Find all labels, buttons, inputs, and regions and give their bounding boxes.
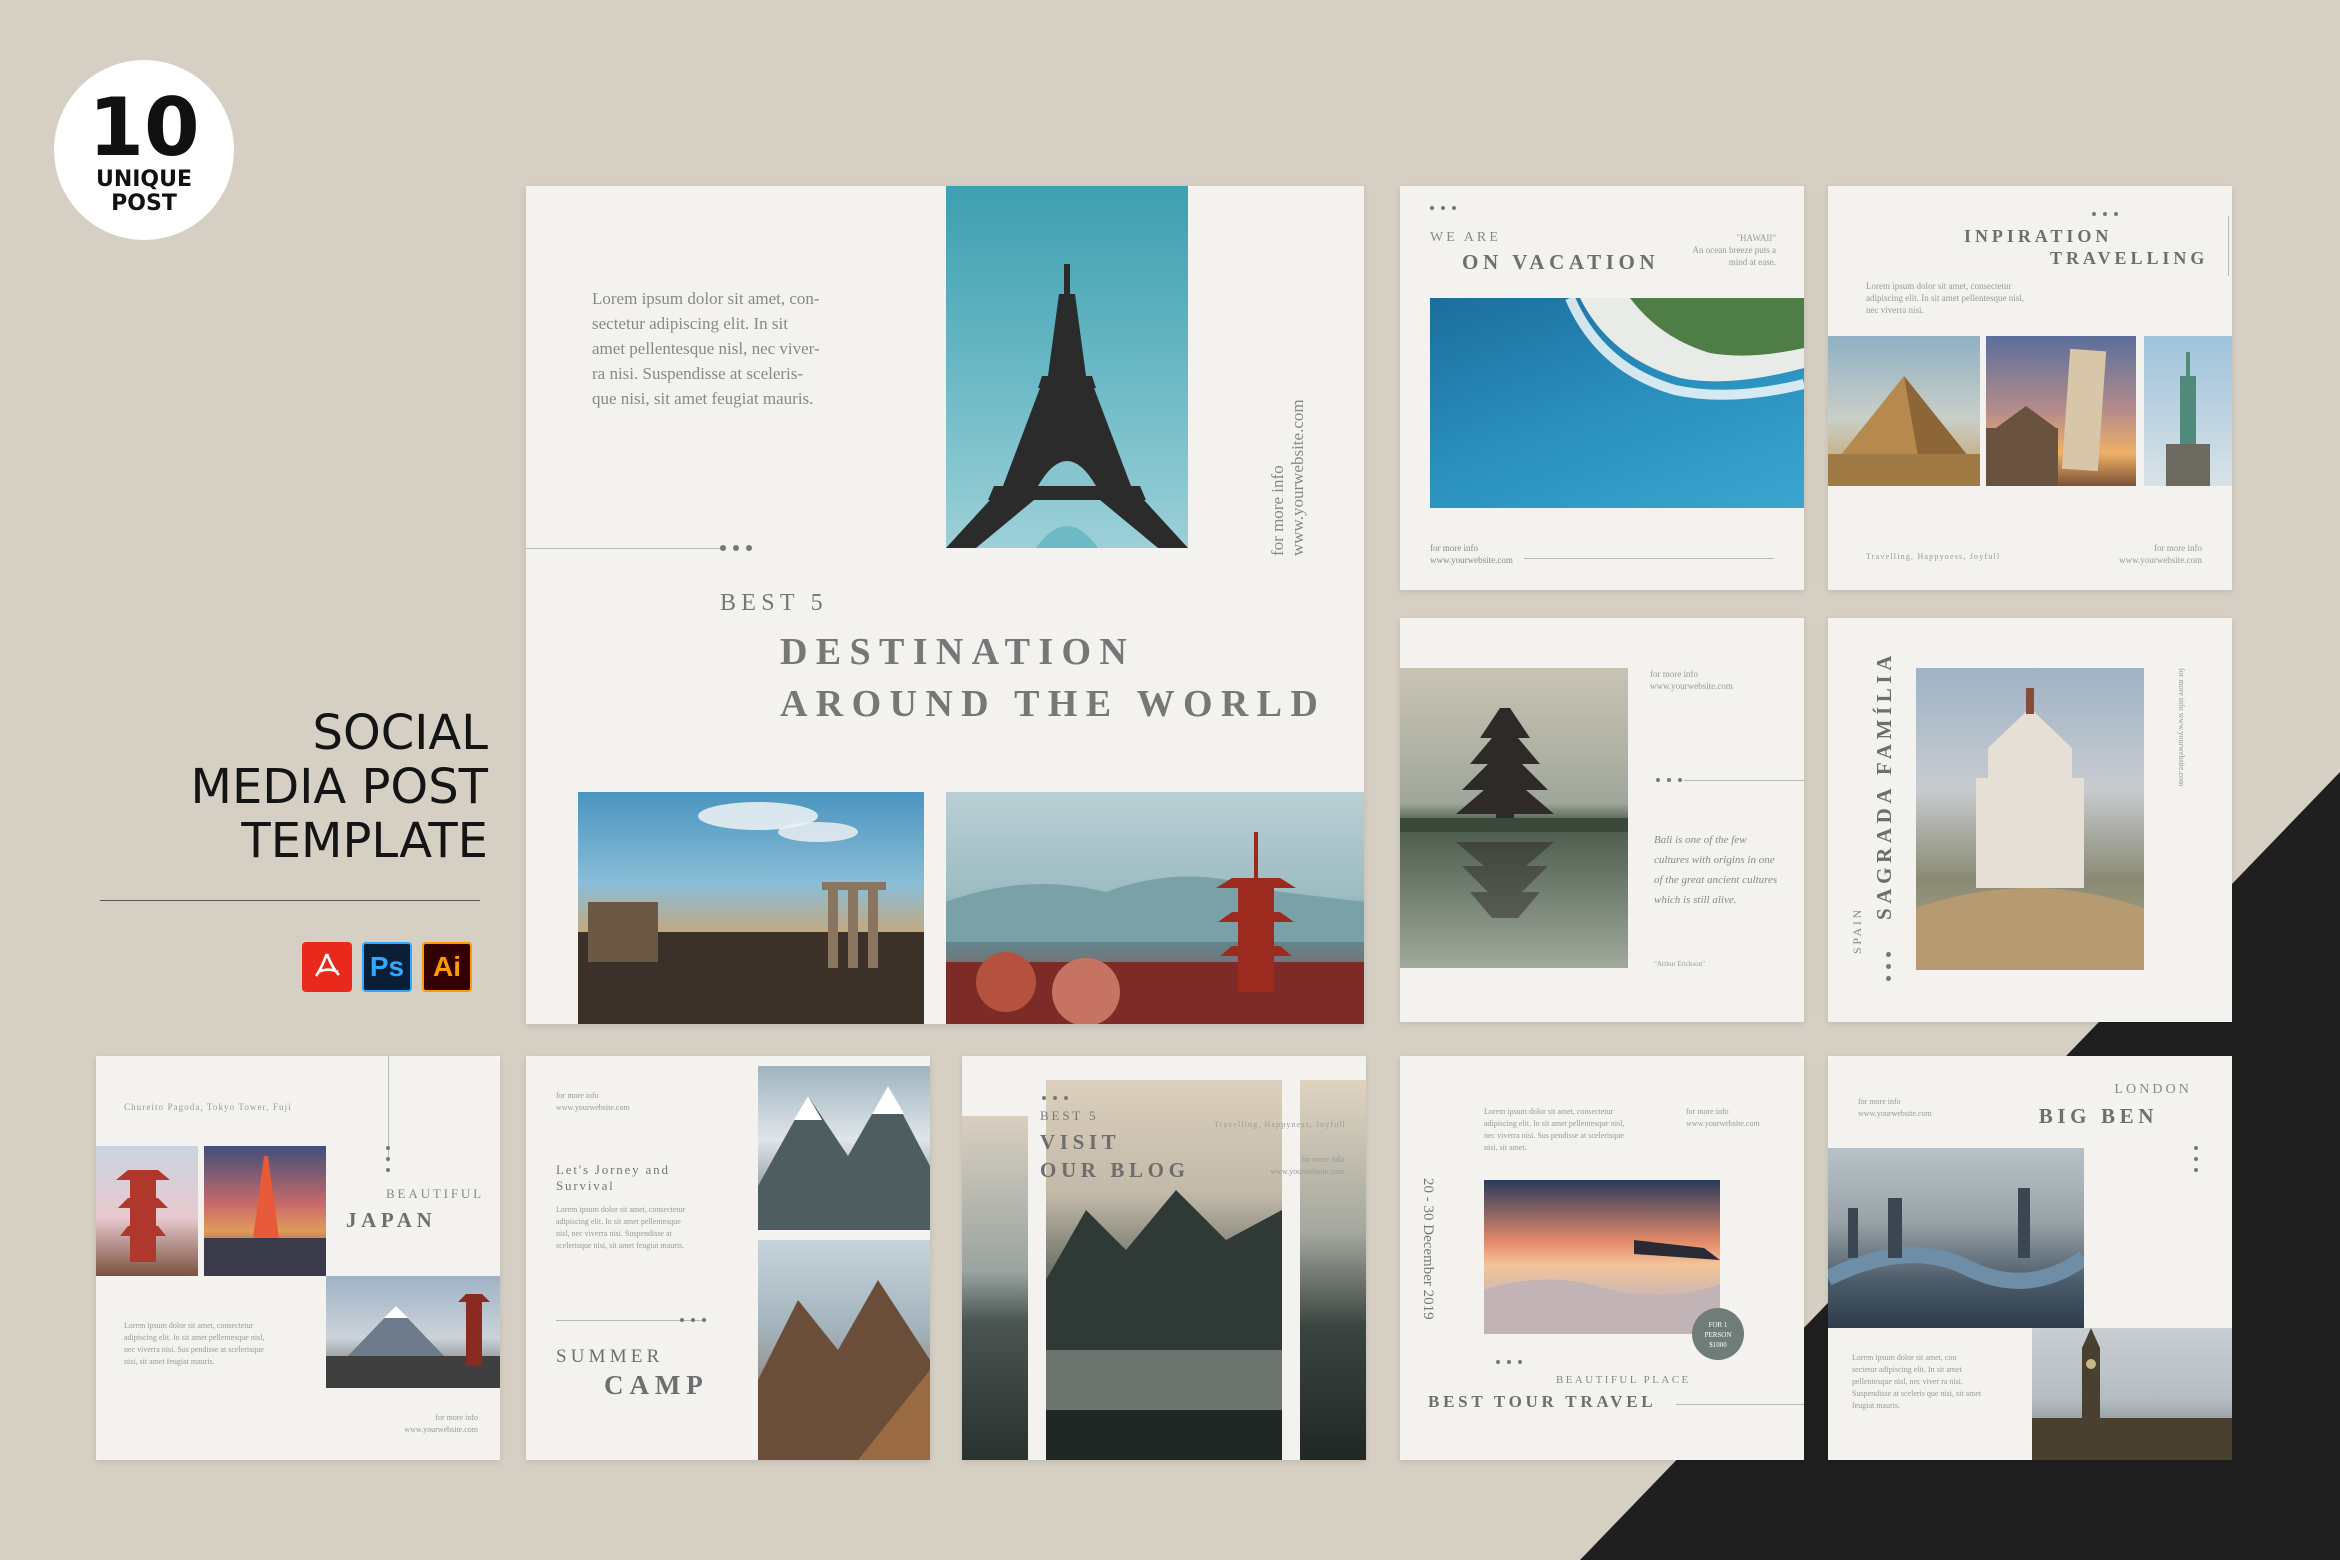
camp-dots <box>680 1318 706 1322</box>
bali-info: for more info www.yourwebsite.com <box>1650 669 1733 691</box>
card-blog[interactable]: BEST 5 VISIT OUR BLOG Travelling, Happyn… <box>962 1056 1366 1460</box>
blog-kicker: BEST 5 <box>1040 1108 1099 1123</box>
bigben-headline: BIG BEN <box>2038 1104 2158 1128</box>
title-divider <box>100 900 480 901</box>
card-tour[interactable]: Lorem ipsum dolor sit amet, consectetur … <box>1400 1056 1804 1460</box>
blog-headline-2: OUR BLOG <box>1040 1158 1190 1182</box>
bali-dots <box>1656 778 1682 782</box>
vacation-side-note: "HAWAII" An ocean breeze puts a mind at … <box>1692 233 1776 267</box>
japan-kicker: BEAUTIFUL <box>386 1186 484 1201</box>
inspiration-tagline: Travelling, Happyness, Joyfull <box>1866 552 2001 561</box>
main-vertical-info: for more info <box>1268 465 1287 556</box>
airplane-sunset-image <box>1484 1180 1720 1334</box>
statue-of-liberty-image <box>2144 336 2232 486</box>
vacation-info: for more info www.yourwebsite.com <box>1430 543 1513 565</box>
badge-number: 10 <box>88 81 200 174</box>
london-city-image <box>1828 1148 2084 1328</box>
bigben-kicker: LONDON <box>2114 1082 2192 1097</box>
camp-info: for more info www.yourwebsite.com <box>556 1091 630 1112</box>
inspiration-headline-2: TRAVELLING <box>2050 248 2209 268</box>
blog-dots <box>1042 1096 1068 1100</box>
vacation-dots <box>1430 206 1456 210</box>
main-vertical-website: www.yourwebsite.com <box>1288 399 1307 556</box>
sagrada-info: for more info www.yourwebsite.com <box>2177 668 2186 787</box>
chureito-pagoda-image <box>96 1146 198 1276</box>
camp-kicker: SUMMER <box>556 1346 664 1367</box>
sagrada-dots <box>1886 952 1891 981</box>
unique-post-badge: 10 UNIQUE POST <box>54 60 234 240</box>
card-bali[interactable]: for more info www.yourwebsite.com Bali i… <box>1400 618 1804 1022</box>
tour-divider <box>1676 1404 1804 1405</box>
card-inspiration[interactable]: INPIRATION TRAVELLING Lorem ipsum dolor … <box>1828 186 2232 590</box>
snowy-mountain-image <box>758 1066 930 1230</box>
sagrada-familia-image <box>1916 668 2144 970</box>
main-kicker: BEST 5 <box>720 590 828 616</box>
main-divider <box>526 548 722 549</box>
camp-subtitle: Let's Jorney and Survival <box>556 1162 670 1193</box>
inspiration-vline <box>2228 216 2229 276</box>
card-sagrada[interactable]: SAGRADA FAMÍLIA SPAIN for more info www.… <box>1828 618 2232 1022</box>
bigben-info: for more info www.yourwebsite.com <box>1858 1097 1932 1118</box>
photoshop-icon: Ps <box>362 942 412 992</box>
beach-aerial-image <box>1430 298 1804 508</box>
card-japan[interactable]: Chureito Pagoda, Tokyo Tower, Fuji BEAUT… <box>96 1056 500 1460</box>
japan-info: for more info www.yourwebsite.com <box>404 1413 478 1434</box>
rome-ruins-image <box>578 792 924 1024</box>
tokyo-tower-image <box>204 1146 326 1276</box>
main-body-text: Lorem ipsum dolor sit amet, con- sectetu… <box>592 289 820 408</box>
mount-fuji-image <box>326 1276 500 1388</box>
vacation-headline: ON VACATION <box>1462 250 1660 274</box>
big-ben-image <box>2032 1328 2232 1460</box>
main-headline-1: DESTINATION <box>780 631 1136 673</box>
eiffel-tower-image <box>946 186 1188 548</box>
japan-pagoda-image <box>946 792 1364 1024</box>
card-destination[interactable]: Lorem ipsum dolor sit amet, con- sectetu… <box>526 186 1364 1024</box>
card-summer-camp[interactable]: for more info www.yourwebsite.com Let's … <box>526 1056 930 1460</box>
blog-info: for more info www.yourwebsite.com <box>1270 1155 1344 1176</box>
blog-strip-right-image <box>1300 1080 1366 1460</box>
camp-headline: CAMP <box>604 1370 709 1400</box>
card-vacation[interactable]: WE ARE ON VACATION "HAWAII" An ocean bre… <box>1400 186 1804 590</box>
japan-headline: JAPAN <box>346 1208 437 1232</box>
bali-divider <box>1684 780 1804 781</box>
tour-info: for more info www.yourwebsite.com <box>1686 1107 1760 1128</box>
bali-quote: Bali is one of the few cultures with ori… <box>1654 834 1778 906</box>
price-badge: FOR 1 PERSON $1000 <box>1692 1308 1744 1360</box>
badge-label: UNIQUE POST <box>95 167 193 216</box>
tour-dots <box>1496 1360 1522 1364</box>
bigben-body: Lorem ipsum dolor sit amet, con sectetur… <box>1852 1353 1982 1410</box>
rocky-mountain-image <box>758 1240 930 1460</box>
blog-strip-left-image <box>962 1116 1028 1460</box>
sagrada-headline: SAGRADA FAMÍLIA <box>1872 650 1896 920</box>
japan-body: Lorem ipsum dolor sit amet, consectetur … <box>124 1321 265 1366</box>
inspiration-headline-1: INPIRATION <box>1964 226 2113 246</box>
illustrator-icon: Ai <box>422 942 472 992</box>
tour-date: 20 - 30 December 2019 <box>1420 1178 1436 1320</box>
blog-headline-1: VISIT <box>1040 1130 1121 1154</box>
main-headline-2: AROUND THE WORLD <box>780 683 1327 725</box>
main-dots <box>720 545 752 551</box>
card-big-ben[interactable]: for more info www.yourwebsite.com LONDON… <box>1828 1056 2232 1460</box>
tour-body: Lorem ipsum dolor sit amet, consectetur … <box>1484 1107 1625 1152</box>
blog-tagline: Travelling, Happyness, Joyfull <box>1214 1120 1346 1129</box>
tour-headline: BEST TOUR TRAVEL <box>1428 1392 1657 1411</box>
vacation-kicker: WE ARE <box>1430 230 1501 245</box>
sagrada-kicker: SPAIN <box>1850 907 1864 954</box>
vacation-divider <box>1524 558 1774 559</box>
inspiration-dots <box>2092 212 2118 216</box>
tour-kicker: BEAUTIFUL PLACE <box>1556 1374 1691 1386</box>
page-title: SOCIAL MEDIA POST TEMPLATE <box>190 705 488 869</box>
bigben-dots <box>2194 1146 2198 1172</box>
japan-tagline: Chureito Pagoda, Tokyo Tower, Fuji <box>124 1102 292 1112</box>
inspiration-body: Lorem ipsum dolor sit amet, consectetur … <box>1866 281 2024 315</box>
pdf-icon <box>302 942 352 992</box>
camp-body: Lorem ipsum dolor sit amet, consectetur … <box>556 1205 686 1250</box>
japan-dots <box>386 1146 390 1172</box>
pisa-tower-image <box>1986 336 2136 486</box>
pyramid-image <box>1828 336 1980 486</box>
bali-temple-image <box>1400 668 1628 968</box>
bali-author: "Arthur Erickson" <box>1654 960 1706 968</box>
inspiration-info: for more info www.yourwebsite.com <box>2119 543 2202 565</box>
